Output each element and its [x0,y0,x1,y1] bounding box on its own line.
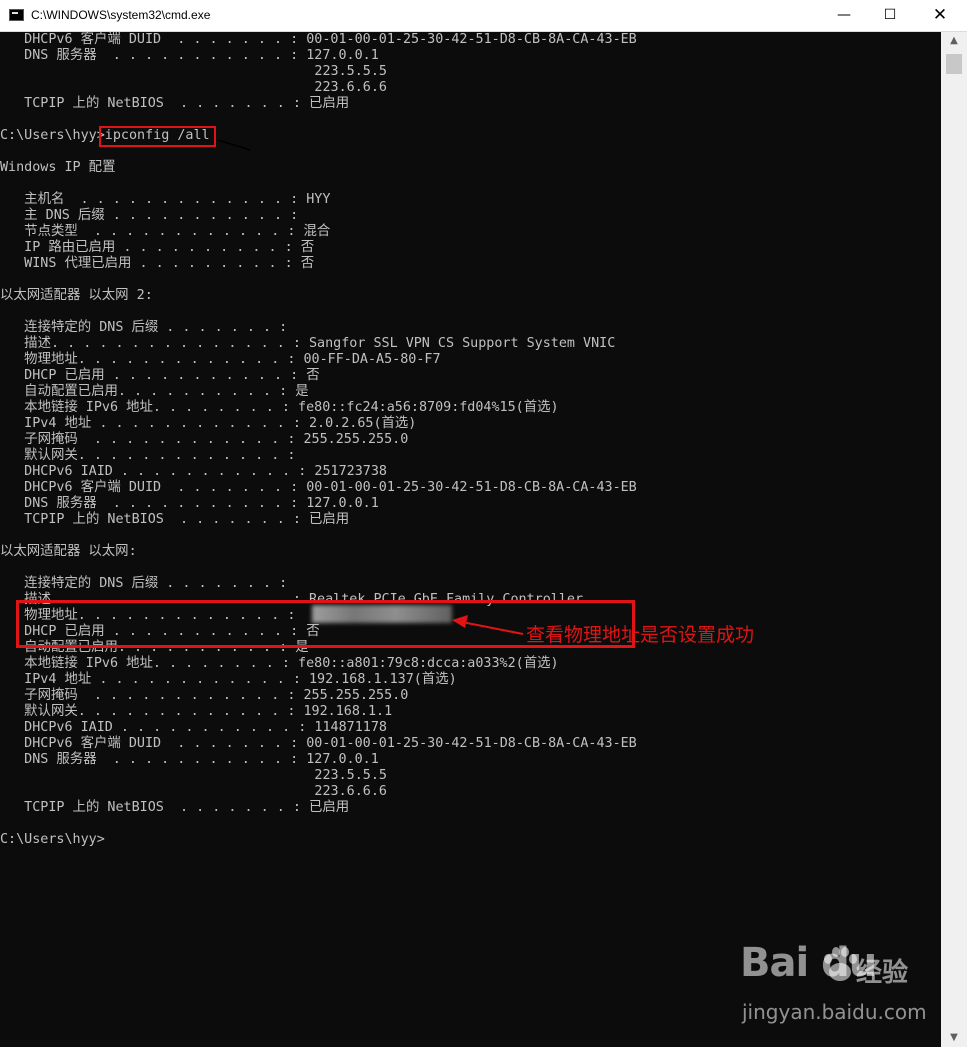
cmd-app-icon [9,9,24,21]
console-line: 子网掩码 . . . . . . . . . . . . : 255.255.2… [0,432,409,447]
console-line: 自动配置已启用. . . . . . . . . . : 是 [0,384,309,399]
console-line: 主 DNS 后缀 . . . . . . . . . . . : [0,208,299,223]
cmd-window: C:\WINDOWS\system32\cmd.exe — ☐ ✕ DHCPv6… [0,0,967,1047]
console-line: IPv4 地址 . . . . . . . . . . . . : 2.0.2.… [0,416,417,431]
console-line: DHCPv6 客户端 DUID . . . . . . . : 00-01-00… [0,32,637,47]
console-line: DHCPv6 IAID . . . . . . . . . . . : 1148… [0,720,387,735]
console-line: IP 路由已启用 . . . . . . . . . . : 否 [0,240,315,255]
baidu-watermark: Bai du 经验 jingyan.baidu.com [740,940,940,1030]
title-bar[interactable]: C:\WINDOWS\system32\cmd.exe — ☐ ✕ [0,0,967,32]
console-line: 以太网适配器 以太网: [0,544,137,559]
console-line: 子网掩码 . . . . . . . . . . . . : 255.255.2… [0,688,409,703]
console-line: DHCPv6 客户端 DUID . . . . . . . : 00-01-00… [0,736,637,751]
console-line: 物理地址. . . . . . . . . . . . . : 00-FF-DA… [0,352,441,367]
console-line: TCPIP 上的 NetBIOS . . . . . . . : 已启用 [0,512,350,527]
console-line: 223.6.6.6 [0,784,387,799]
console-line: DNS 服务器 . . . . . . . . . . . : 127.0.0.… [0,496,379,511]
console-line: 223.5.5.5 [0,64,387,79]
console-line: WINS 代理已启用 . . . . . . . . . : 否 [0,256,315,271]
console-line: 默认网关. . . . . . . . . . . . . : 192.168.… [0,704,393,719]
vertical-scrollbar[interactable]: ▲ ▼ [941,32,967,1047]
console-line: 描述. . . . . . . . . . . . . . . : Sangfo… [0,336,616,351]
console-line: C:\Users\hyy> [0,832,105,847]
minimize-button[interactable]: — [821,0,867,31]
console-line: TCPIP 上的 NetBIOS . . . . . . . : 已启用 [0,800,350,815]
annotation-label: 查看物理地址是否设置成功 [526,624,755,646]
console-line: 本地链接 IPv6 地址. . . . . . . . : fe80::a801… [0,656,559,671]
console-line: 默认网关. . . . . . . . . . . . . : [0,448,296,463]
console-line: 223.6.6.6 [0,80,387,95]
console-line: 主机名 . . . . . . . . . . . . . : HYY [0,192,331,207]
console-line: 以太网适配器 以太网 2: [0,288,153,303]
console-line: DHCPv6 客户端 DUID . . . . . . . : 00-01-00… [0,480,637,495]
console-line: DHCPv6 IAID . . . . . . . . . . . : 2517… [0,464,387,479]
watermark-url: jingyan.baidu.com [742,1000,927,1024]
console-line: 节点类型 . . . . . . . . . . . . : 混合 [0,224,331,239]
scroll-thumb[interactable] [946,54,962,74]
console-line: IPv4 地址 . . . . . . . . . . . . : 192.16… [0,672,457,687]
scroll-up-arrow-icon[interactable]: ▲ [941,32,967,50]
console-line: DNS 服务器 . . . . . . . . . . . : 127.0.0.… [0,752,379,767]
maximize-button[interactable]: ☐ [867,0,913,31]
console-output[interactable]: DHCPv6 客户端 DUID . . . . . . . : 00-01-00… [0,32,940,1047]
console-line: DHCP 已启用 . . . . . . . . . . . : 否 [0,368,320,383]
scroll-down-arrow-icon[interactable]: ▼ [941,1029,967,1047]
console-line: 连接特定的 DNS 后缀 . . . . . . . : [0,576,288,591]
baidu-jingyan-text: 经验 [856,958,909,988]
command-highlight-box [99,126,216,147]
console-line: DNS 服务器 . . . . . . . . . . . : 127.0.0.… [0,48,379,63]
close-button[interactable]: ✕ [913,0,967,31]
console-line: 连接特定的 DNS 后缀 . . . . . . . : [0,320,288,335]
console-line: 本地链接 IPv6 地址. . . . . . . . : fe80::fc24… [0,400,559,415]
console-line: 223.5.5.5 [0,768,387,783]
console-line: Windows IP 配置 [0,160,116,175]
console-line: TCPIP 上的 NetBIOS . . . . . . . : 已启用 [0,96,350,111]
window-title: C:\WINDOWS\system32\cmd.exe [31,8,211,22]
